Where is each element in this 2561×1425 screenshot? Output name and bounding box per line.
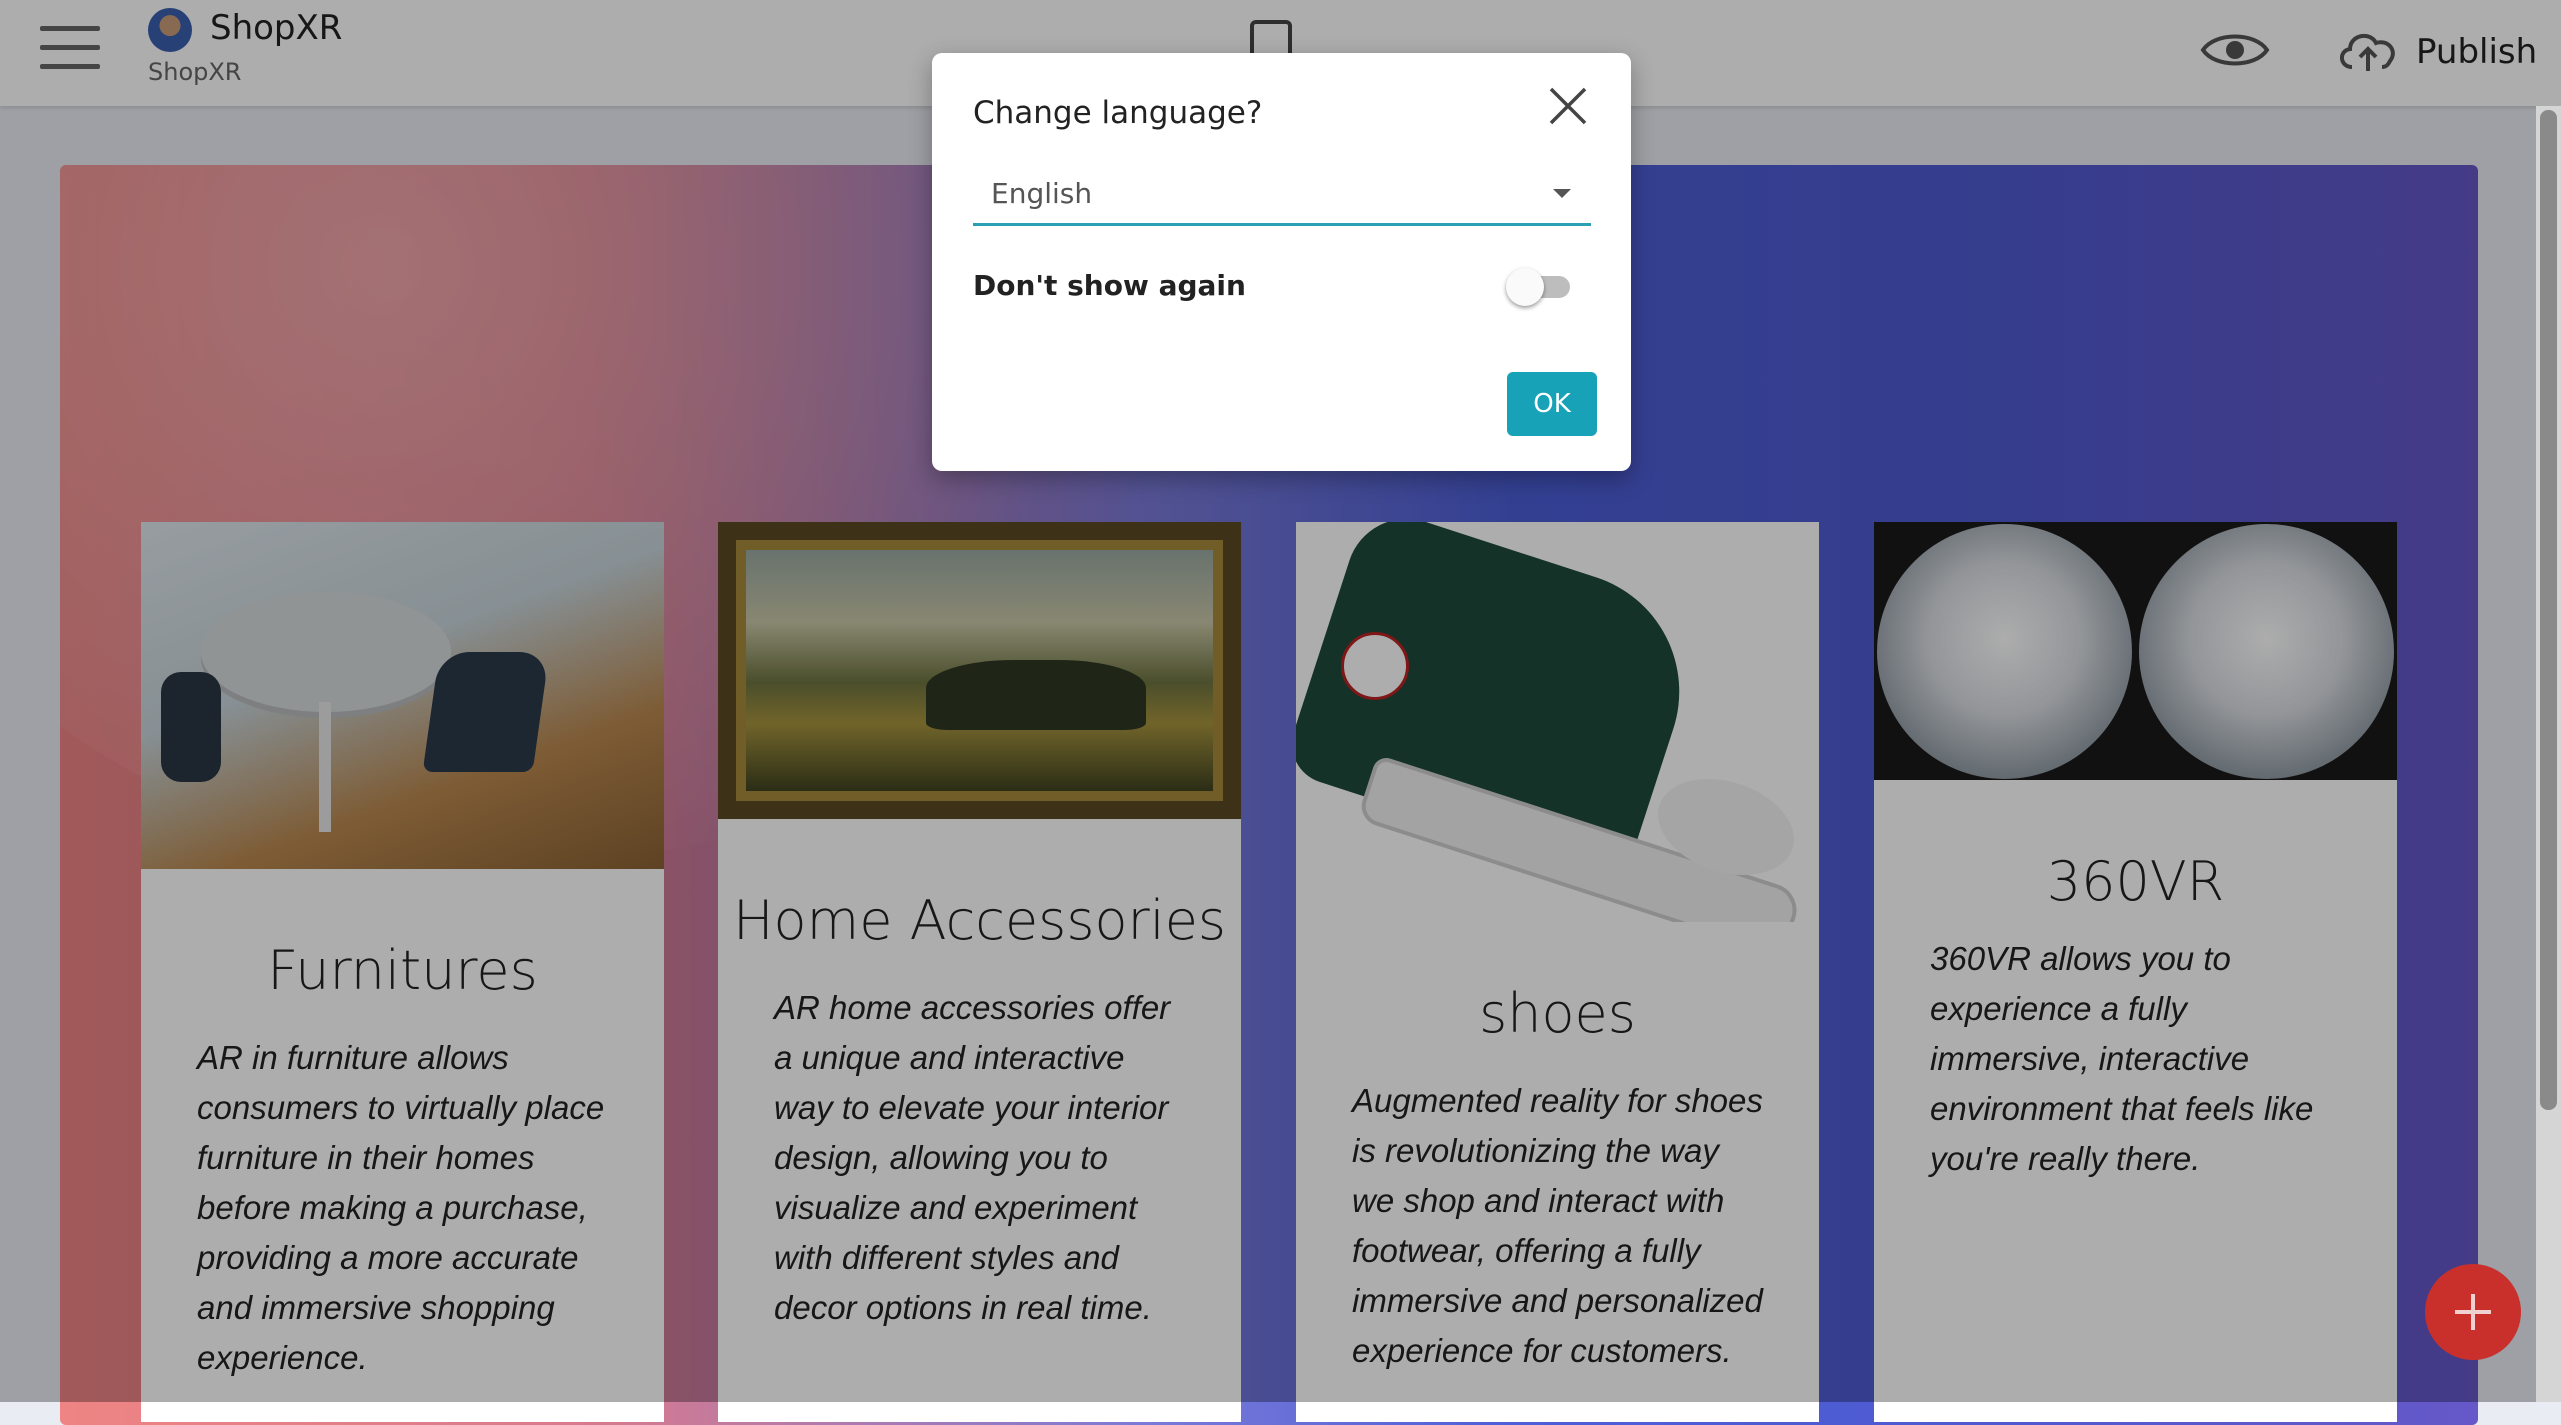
language-select[interactable]: English <box>973 171 1591 226</box>
change-language-dialog: Change language? English Don't show agai… <box>932 53 1631 471</box>
close-icon[interactable] <box>1547 85 1589 127</box>
page-scrollbar[interactable] <box>2536 106 2561 1402</box>
dont-show-again-toggle[interactable] <box>1506 266 1572 306</box>
dont-show-again-label: Don't show again <box>973 269 1246 302</box>
plus-icon <box>2455 1294 2491 1330</box>
add-button[interactable] <box>2425 1264 2521 1360</box>
language-select-value: English <box>991 177 1093 210</box>
chevron-down-icon <box>1553 189 1571 198</box>
ok-button[interactable]: OK <box>1507 372 1597 436</box>
dialog-title: Change language? <box>973 95 1263 131</box>
scrollbar-thumb[interactable] <box>2540 110 2557 1110</box>
